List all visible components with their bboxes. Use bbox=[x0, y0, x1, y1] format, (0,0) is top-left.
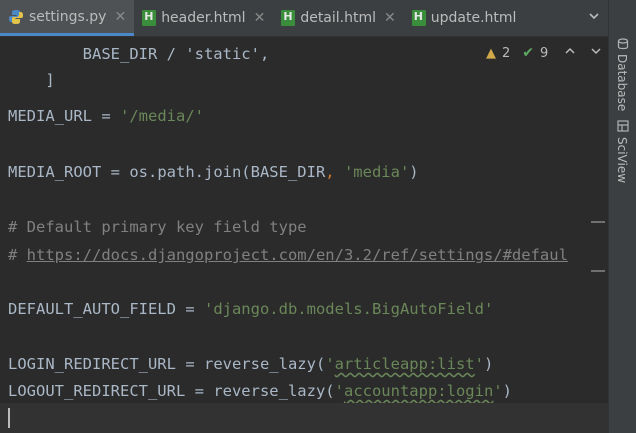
variable-name: DEFAULT_AUTO_FIELD bbox=[8, 300, 176, 318]
tab-label: update.html bbox=[430, 10, 517, 26]
tab-header-html[interactable]: header.html ✕ bbox=[134, 0, 273, 36]
inspection-widget[interactable]: ▲ 2 ✔ 9 bbox=[486, 45, 602, 61]
docs-link[interactable]: https://docs.djangoproject.com/en/3.2/re… bbox=[27, 246, 568, 264]
code-line-login-redirect: LOGIN_REDIRECT_URL = reverse_lazy('artic… bbox=[8, 354, 493, 374]
tab-settings-py[interactable]: settings.py ✕ bbox=[0, 0, 135, 36]
variable-name: LOGOUT_REDIRECT_URL bbox=[8, 382, 186, 400]
check-icon: ✔ bbox=[522, 45, 535, 61]
code-line-media-root: MEDIA_ROOT = os.path.join(BASE_DIR, 'med… bbox=[8, 162, 419, 182]
current-line-highlight bbox=[0, 403, 608, 433]
quote: ' bbox=[493, 382, 503, 400]
pass-count: 9 bbox=[540, 45, 549, 61]
comma: , bbox=[325, 163, 344, 181]
database-icon[interactable] bbox=[617, 38, 629, 50]
html-icon bbox=[142, 10, 157, 26]
string-literal: '/media/' bbox=[120, 107, 204, 125]
warning-icon: ▲ bbox=[486, 45, 496, 61]
tab-update-html[interactable]: update.html bbox=[404, 0, 525, 36]
close-icon[interactable]: ✕ bbox=[114, 9, 126, 25]
code-line-partial: BASE_DIR / 'static', bbox=[8, 37, 270, 63]
string-literal: articleapp:list bbox=[334, 355, 475, 373]
tab-label: detail.html bbox=[300, 10, 376, 26]
chevron-up-icon[interactable] bbox=[564, 45, 576, 61]
string-literal: accountapp:login bbox=[343, 382, 494, 400]
call-text: reverse_lazy( bbox=[213, 382, 335, 400]
code-line-default-auto-field: DEFAULT_AUTO_FIELD = 'django.db.models.B… bbox=[8, 299, 493, 319]
quote: ' bbox=[474, 355, 484, 373]
string-literal: 'django.db.models.BigAutoField' bbox=[203, 300, 494, 318]
variable-name: MEDIA_URL bbox=[8, 107, 92, 125]
sciview-tool-button[interactable]: SciView bbox=[615, 137, 629, 183]
code-line-media-url: MEDIA_URL = '/media/' bbox=[8, 106, 204, 126]
paren: ) bbox=[502, 382, 512, 400]
operator: = bbox=[185, 382, 214, 400]
sciview-icon[interactable] bbox=[617, 120, 629, 132]
html-icon bbox=[411, 10, 426, 26]
tab-detail-html[interactable]: detail.html ✕ bbox=[273, 0, 403, 36]
fold-marker[interactable] bbox=[591, 221, 605, 223]
code-line-logout-redirect: LOGOUT_REDIRECT_URL = reverse_lazy('acco… bbox=[8, 381, 512, 401]
comment-hash: # bbox=[8, 246, 27, 264]
warning-count: 2 bbox=[502, 45, 511, 61]
variable-name: MEDIA_ROOT bbox=[8, 163, 102, 181]
operator: = bbox=[175, 355, 204, 373]
operator: = bbox=[175, 300, 204, 318]
comment-text: # Default primary key field type bbox=[8, 218, 307, 236]
code-text: ] bbox=[45, 71, 55, 89]
close-icon[interactable]: ✕ bbox=[384, 10, 396, 26]
string-literal: 'media' bbox=[343, 163, 410, 181]
database-tool-button[interactable]: Database bbox=[615, 54, 629, 111]
paren: ) bbox=[483, 355, 494, 373]
code-editor[interactable]: BASE_DIR / 'static', ] MEDIA_URL = '/med… bbox=[0, 37, 608, 433]
call-text: os.path.join(BASE_DIR bbox=[129, 163, 326, 181]
code-text: BASE_DIR / 'static', bbox=[45, 45, 270, 63]
editor-tab-bar: settings.py ✕ header.html ✕ detail.html … bbox=[0, 0, 608, 37]
operator: = bbox=[92, 107, 120, 125]
quote: ' bbox=[334, 382, 344, 400]
code-line-bracket: ] bbox=[8, 50, 54, 89]
tab-label: settings.py bbox=[29, 8, 107, 25]
call-text: reverse_lazy( bbox=[203, 355, 326, 373]
right-tool-strip: Database SciView bbox=[608, 0, 636, 433]
python-icon bbox=[9, 9, 23, 24]
chevron-down-icon[interactable] bbox=[588, 10, 600, 25]
chevron-down-icon[interactable] bbox=[590, 45, 602, 61]
quote: ' bbox=[325, 355, 335, 373]
code-line-comment: # Default primary key field type bbox=[8, 217, 307, 237]
html-icon bbox=[281, 10, 296, 26]
code-line-comment-link: # https://docs.djangoproject.com/en/3.2/… bbox=[8, 245, 568, 265]
close-icon[interactable]: ✕ bbox=[254, 10, 266, 26]
paren: ) bbox=[409, 163, 419, 181]
fold-marker[interactable] bbox=[591, 270, 605, 272]
variable-name: LOGIN_REDIRECT_URL bbox=[8, 355, 176, 373]
tab-label: header.html bbox=[161, 10, 246, 26]
operator: = bbox=[101, 163, 130, 181]
text-caret bbox=[8, 408, 10, 428]
